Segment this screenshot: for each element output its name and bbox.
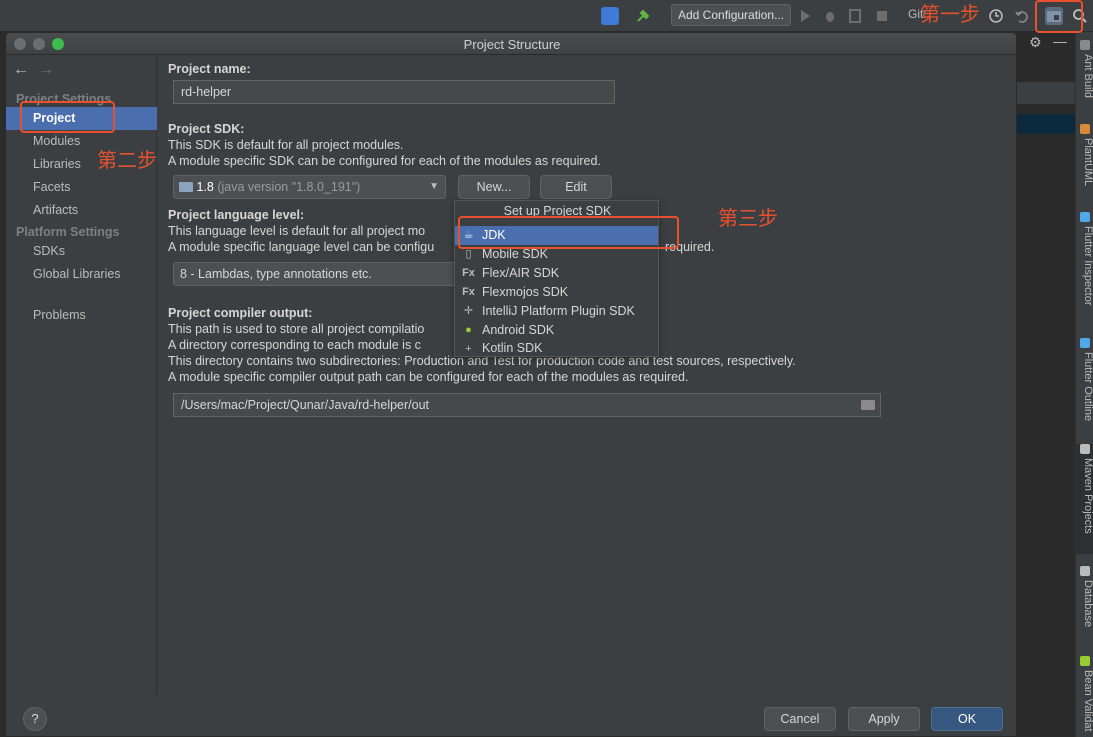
project-settings-panel: Project name: rd-helper Project SDK: Thi… xyxy=(158,55,1016,695)
annotation-box-step2 xyxy=(20,101,115,133)
translate-icon[interactable] xyxy=(601,7,619,25)
dialog-titlebar: Project Structure xyxy=(6,33,1016,55)
sidebar-item-artifacts[interactable]: Artifacts xyxy=(6,199,157,222)
maven-icon xyxy=(1080,444,1090,454)
new-sdk-button[interactable]: New... xyxy=(458,175,530,199)
editor-background: ⚙ — xyxy=(1017,32,1075,737)
plus-icon: + xyxy=(465,343,472,355)
history-icon[interactable] xyxy=(987,7,1005,25)
sdk-select-value: 1.8 xyxy=(196,180,214,194)
cancel-button[interactable]: Cancel xyxy=(764,707,836,731)
database-icon xyxy=(1080,566,1090,576)
tool-tab-maven-projects[interactable]: Maven Projects xyxy=(1076,444,1093,554)
compiler-description-4: A module specific compiler output path c… xyxy=(168,370,689,384)
browse-folder-icon[interactable] xyxy=(861,400,875,410)
flex-icon: Fx xyxy=(462,267,475,279)
android-icon: ● xyxy=(465,324,472,336)
project-name-label: Project name: xyxy=(168,62,251,76)
compiler-output-label: Project compiler output: xyxy=(168,306,313,320)
settings-gear-icon[interactable]: ⚙ xyxy=(1029,34,1042,51)
add-configuration-button[interactable]: Add Configuration... xyxy=(671,4,792,26)
language-level-description-2: A module specific language level can be … xyxy=(168,240,435,254)
flutter-icon xyxy=(1080,338,1090,348)
language-level-label: Project language level: xyxy=(168,208,305,222)
popup-item-intellij-plugin-sdk[interactable]: ✛ IntelliJ Platform Plugin SDK xyxy=(455,302,658,321)
coverage-icon[interactable] xyxy=(847,7,865,25)
flexmojos-icon: Fx xyxy=(462,286,475,298)
folder-icon xyxy=(179,182,193,192)
tool-tab-database[interactable]: Database xyxy=(1076,566,1093,627)
annotation-step3: 第三步 xyxy=(718,206,778,230)
sidebar-item-global-libraries[interactable]: Global Libraries xyxy=(6,263,157,286)
edit-sdk-button[interactable]: Edit xyxy=(540,175,612,199)
tool-tab-flutter-outline[interactable]: Flutter Outline xyxy=(1076,338,1093,421)
ok-button[interactable]: OK xyxy=(931,707,1003,731)
stop-icon[interactable] xyxy=(873,7,891,25)
forward-arrow-icon[interactable]: → xyxy=(38,61,54,79)
project-sdk-label: Project SDK: xyxy=(168,122,245,136)
sidebar-item-problems[interactable]: Problems xyxy=(6,304,157,327)
apply-button[interactable]: Apply xyxy=(848,707,920,731)
compiler-description-2: A directory corresponding to each module… xyxy=(168,338,421,352)
sidebar-item-sdks[interactable]: SDKs xyxy=(6,240,157,263)
bean-icon xyxy=(1080,656,1090,666)
sdk-description-2: A module specific SDK can be configured … xyxy=(168,154,601,168)
sidebar-item-facets[interactable]: Facets xyxy=(6,176,157,199)
popup-item-android-sdk[interactable]: ● Android SDK xyxy=(455,321,658,340)
dialog-title: Project Structure xyxy=(463,37,561,52)
annotation-step2: 第二步 xyxy=(97,148,157,172)
annotation-box-step3 xyxy=(458,216,679,249)
debug-icon[interactable] xyxy=(821,7,839,25)
flutter-icon xyxy=(1080,212,1090,222)
right-tool-strip: Ant Build PlantUML Flutter Inspector Flu… xyxy=(1075,32,1093,737)
compiler-output-path-input[interactable]: /Users/mac/Project/Qunar/Java/rd-helper/… xyxy=(173,393,881,417)
project-structure-dialog: Project Structure ← → Project Settings P… xyxy=(5,32,1017,737)
build-hammer-icon[interactable] xyxy=(634,7,652,25)
popup-item-flex-sdk[interactable]: Fx Flex/AIR SDK xyxy=(455,264,658,283)
plugin-icon: ✛ xyxy=(463,305,474,317)
chevron-down-icon: ▼ xyxy=(429,181,439,192)
tool-tab-flutter-inspector[interactable]: Flutter Inspector xyxy=(1076,212,1093,305)
project-sdk-select[interactable]: 1.8 (java version "1.8.0_191") ▼ xyxy=(173,175,446,199)
annotation-step1: 第一步 xyxy=(920,2,980,26)
compiler-description-1: This path is used to store all project c… xyxy=(168,322,425,336)
language-level-description-1: This language level is default for all p… xyxy=(168,224,426,238)
revert-icon[interactable] xyxy=(1013,7,1031,25)
mobile-icon: ▯ xyxy=(465,248,472,260)
compiler-output-path: /Users/mac/Project/Qunar/Java/rd-helper/… xyxy=(181,398,430,412)
plantuml-icon xyxy=(1080,124,1090,134)
help-button[interactable]: ? xyxy=(23,707,47,731)
popup-item-flexmojos-sdk[interactable]: Fx Flexmojos SDK xyxy=(455,283,658,302)
language-level-select[interactable]: 8 - Lambdas, type annotations etc. xyxy=(173,262,458,286)
sdk-description-1: This SDK is default for all project modu… xyxy=(168,138,404,152)
tool-tab-bean-validation[interactable]: Bean Validat xyxy=(1076,656,1093,732)
tool-tab-ant-build[interactable]: Ant Build xyxy=(1076,40,1093,98)
annotation-box-step1 xyxy=(1035,0,1083,33)
minimize-icon[interactable]: — xyxy=(1053,33,1067,49)
editor-selected-line xyxy=(1017,114,1075,134)
platform-settings-section-title: Platform Settings xyxy=(16,225,120,239)
project-name-input[interactable]: rd-helper xyxy=(173,80,615,104)
back-arrow-icon[interactable]: ← xyxy=(13,61,29,79)
sdk-select-version: (java version "1.8.0_191") xyxy=(217,180,361,194)
popup-item-kotlin-sdk[interactable]: + Kotlin SDK xyxy=(455,340,658,357)
tool-tab-plantuml[interactable]: PlantUML xyxy=(1076,124,1093,186)
ant-icon xyxy=(1080,40,1090,50)
run-icon[interactable] xyxy=(796,7,814,25)
editor-tab-bar xyxy=(1017,82,1075,104)
